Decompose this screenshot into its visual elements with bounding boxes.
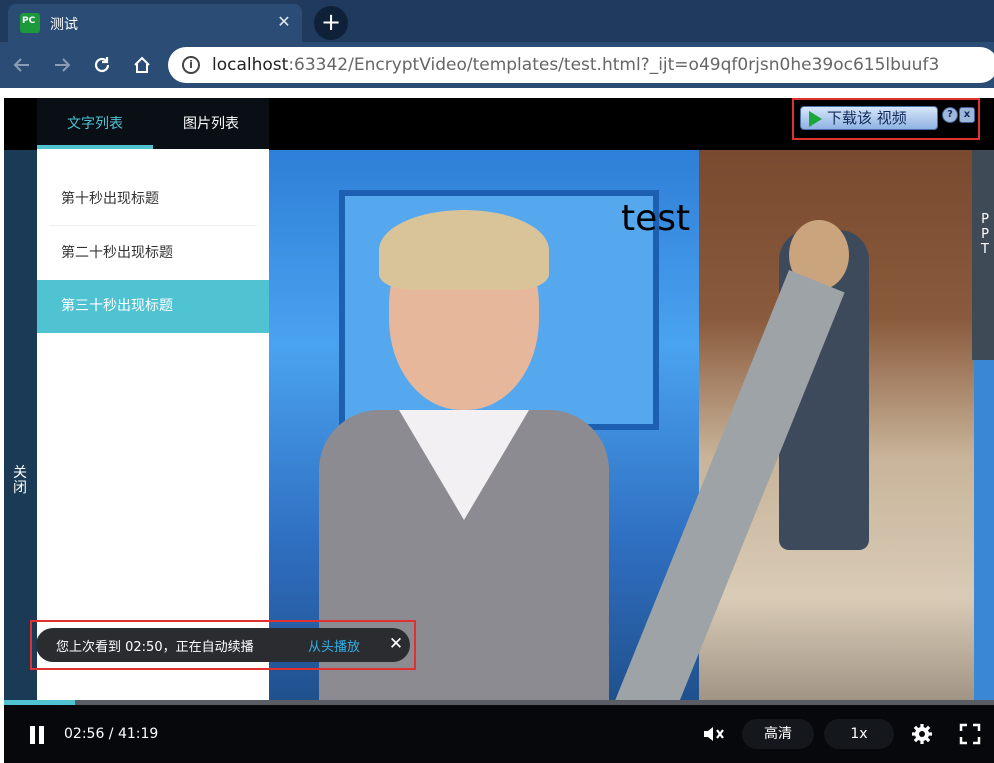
list-item[interactable]: 第二十秒出现标题 [37, 227, 269, 280]
page-gap [0, 88, 994, 98]
resume-highlight: 您上次看到 02:50，正在自动续播 从头播放 ✕ [30, 620, 416, 670]
time-display: 02:56 / 41:19 [64, 726, 159, 742]
ppt-label: PPT [981, 212, 989, 257]
sidebar-close-button[interactable]: 关闭 [10, 466, 30, 496]
tab-close-button[interactable]: ✕ [274, 12, 294, 32]
forward-button[interactable] [48, 51, 76, 79]
resume-message: 您上次看到 02:50，正在自动续播 [56, 640, 254, 655]
resume-close-button[interactable]: ✕ [386, 633, 406, 654]
volume-muted-icon [704, 727, 724, 741]
chapter-list: 第十秒出现标题 第二十秒出现标题 第三十秒出现标题 [37, 149, 269, 763]
address-bar[interactable]: i localhost:63342/EncryptVideo/templates… [168, 47, 994, 83]
mute-button[interactable] [702, 724, 726, 744]
restart-button[interactable]: 从头播放 [308, 636, 360, 655]
download-label: 下载该 视频 [827, 109, 907, 127]
reload-button[interactable] [88, 51, 116, 79]
back-button[interactable] [8, 51, 36, 79]
fullscreen-icon [959, 723, 981, 745]
url-text: localhost:63342/EncryptVideo/templates/t… [212, 55, 939, 75]
list-item-selected[interactable]: 第三十秒出现标题 [37, 280, 269, 333]
video-player[interactable]: 下载该 视频 ? x test 关闭 文字列表 图片列表 第十秒出现标题 第二十 [4, 98, 994, 763]
download-highlight: 下载该 视频 ? x [792, 98, 980, 140]
pause-button[interactable] [28, 726, 46, 744]
quality-button[interactable]: 高清 [742, 719, 814, 749]
url-host: localhost [212, 55, 289, 75]
arrow-right-icon [55, 58, 71, 72]
fullscreen-button[interactable] [958, 722, 982, 746]
browser-tab[interactable]: 测试 ✕ [8, 4, 302, 42]
player-controls: 02:56 / 41:19 高清 1x [4, 705, 994, 763]
speed-button[interactable]: 1x [824, 719, 894, 749]
arrow-left-icon [13, 58, 29, 72]
play-icon [809, 111, 822, 127]
browser-navbar: i localhost:63342/EncryptVideo/templates… [0, 42, 994, 88]
home-button[interactable] [128, 51, 156, 79]
home-icon [134, 56, 150, 73]
sidebar-tabs: 文字列表 图片列表 [37, 98, 269, 149]
new-tab-button[interactable]: + [314, 6, 348, 40]
download-video-button[interactable]: 下载该 视频 [800, 106, 938, 130]
settings-button[interactable] [910, 722, 934, 746]
download-close-button[interactable]: x [959, 107, 975, 123]
pycharm-icon [20, 13, 40, 33]
tab-text-list[interactable]: 文字列表 [37, 98, 153, 149]
help-button[interactable]: ? [942, 107, 958, 123]
info-icon[interactable]: i [182, 56, 200, 74]
ppt-panel-toggle[interactable]: PPT [972, 150, 994, 360]
reload-icon [94, 57, 110, 73]
list-item[interactable]: 第十秒出现标题 [37, 173, 269, 226]
resume-toast: 您上次看到 02:50，正在自动续播 从头播放 ✕ [36, 628, 410, 662]
video-caption: test [621, 198, 691, 239]
gear-icon [912, 724, 932, 744]
url-path: :63342/EncryptVideo/templates/test.html?… [288, 55, 940, 75]
browser-tabbar: 测试 ✕ + [0, 0, 994, 42]
tab-image-list[interactable]: 图片列表 [153, 98, 269, 149]
tab-title: 测试 [50, 17, 78, 33]
